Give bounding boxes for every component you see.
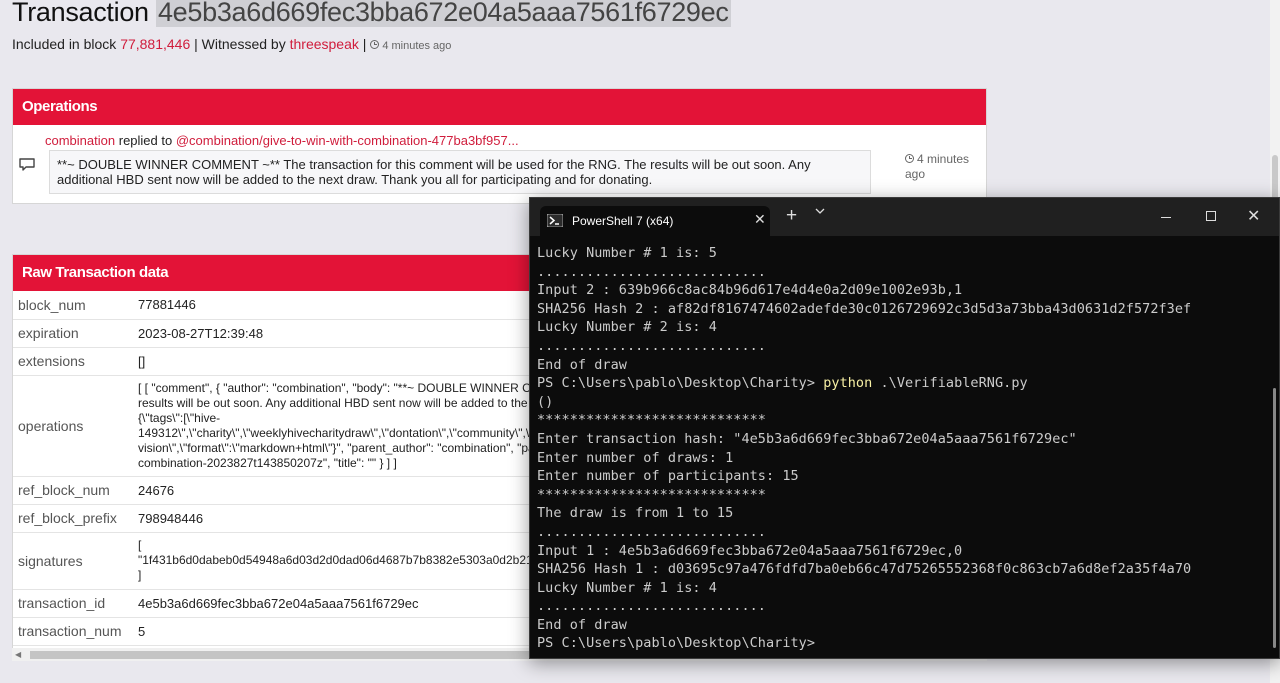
field-key: expiration bbox=[13, 319, 133, 348]
terminal-line: End of draw bbox=[537, 616, 627, 633]
terminal-line: Lucky Number # 2 is: 4 bbox=[537, 319, 717, 336]
terminal-line: () bbox=[537, 393, 554, 410]
terminal-tab[interactable]: PowerShell 7 (x64) ✕ bbox=[540, 206, 770, 236]
chevron-down-icon[interactable] bbox=[815, 207, 825, 215]
minimize-icon[interactable] bbox=[1161, 217, 1171, 218]
maximize-icon[interactable] bbox=[1206, 211, 1216, 221]
comment-icon bbox=[19, 158, 35, 171]
terminal-line: Lucky Number # 1 is: 4 bbox=[537, 579, 717, 596]
close-icon[interactable]: ✕ bbox=[1247, 206, 1260, 226]
plus-icon[interactable]: + bbox=[786, 205, 797, 227]
terminal-tab-title: PowerShell 7 (x64) bbox=[572, 214, 674, 228]
terminal-line: ............................ bbox=[537, 598, 766, 615]
field-key: ref_block_prefix bbox=[13, 504, 133, 533]
terminal-line: Input 2 : 639b966c8ac84b96d617e4d4e0a2d0… bbox=[537, 282, 963, 299]
operation-time: 4 minutes ago bbox=[905, 152, 970, 181]
witnessed-label: | Witnessed by bbox=[194, 36, 286, 52]
transaction-hash[interactable]: 4e5b3a6d669fec3bba672e04a5aaa7561f6729ec bbox=[155, 0, 731, 27]
close-icon[interactable]: ✕ bbox=[754, 211, 766, 228]
parent-post-link[interactable]: @combination/give-to-win-with-combinatio… bbox=[176, 133, 519, 148]
scroll-left-icon[interactable]: ◀ bbox=[15, 650, 21, 659]
operations-panel: Operations combination replied to @combi… bbox=[12, 88, 987, 204]
powershell-window: PowerShell 7 (x64) ✕ + ✕ Lucky Number # … bbox=[529, 197, 1280, 659]
comment-body: **~ DOUBLE WINNER COMMENT ~** The transa… bbox=[49, 150, 871, 194]
terminal-line: **************************** bbox=[537, 412, 766, 429]
terminal-titlebar[interactable]: PowerShell 7 (x64) ✕ + ✕ bbox=[530, 198, 1279, 236]
terminal-line: ............................ bbox=[537, 337, 766, 354]
meta-separator: | bbox=[362, 36, 367, 52]
field-key: operations bbox=[13, 375, 133, 477]
terminal-scrollbar[interactable] bbox=[1273, 388, 1276, 648]
terminal-line: SHA256 Hash 1 : d03695c97a476fdfd7ba0eb6… bbox=[537, 561, 1192, 578]
terminal-line: SHA256 Hash 2 : af82df8167474602adefde30… bbox=[537, 300, 1192, 317]
field-key: transaction_num bbox=[13, 617, 133, 646]
terminal-line: Lucky Number # 1 is: 5 bbox=[537, 245, 717, 261]
page-title: Transaction 4e5b3a6d669fec3bba672e04a5aa… bbox=[12, 0, 731, 28]
field-key: block_num bbox=[13, 291, 133, 320]
field-key: ref_block_num bbox=[13, 476, 133, 505]
terminal-line: ............................ bbox=[537, 523, 766, 540]
operation-summary: combination replied to @combination/give… bbox=[45, 133, 519, 148]
terminal-line: The draw is from 1 to 15 bbox=[537, 505, 734, 522]
meta-ago: 4 minutes ago bbox=[382, 40, 452, 52]
terminal-output[interactable]: Lucky Number # 1 is: 5..................… bbox=[537, 244, 1257, 653]
terminal-line: Input 1 : 4e5b3a6d669fec3bba672e04a5aaa7… bbox=[537, 542, 963, 559]
terminal-line: Enter transaction hash: "4e5b3a6d669fec3… bbox=[537, 430, 1077, 447]
author-link[interactable]: combination bbox=[45, 133, 115, 148]
terminal-line: PS C:\Users\pablo\Desktop\Charity> bbox=[537, 635, 816, 652]
witness-link[interactable]: threespeak bbox=[290, 36, 359, 52]
field-key: extensions bbox=[13, 347, 133, 376]
block-link[interactable]: 77,881,446 bbox=[120, 36, 190, 52]
transaction-meta: Included in block 77,881,446 | Witnessed… bbox=[12, 36, 451, 52]
powershell-icon bbox=[547, 214, 563, 227]
operations-header: Operations bbox=[13, 89, 986, 125]
clock-icon bbox=[905, 154, 914, 164]
terminal-line: Enter number of participants: 15 bbox=[537, 468, 799, 485]
field-key: signatures bbox=[13, 532, 133, 590]
title-prefix: Transaction bbox=[12, 0, 149, 27]
replied-label: replied to bbox=[118, 133, 173, 148]
terminal-line: End of draw bbox=[537, 356, 627, 373]
terminal-line: Enter number of draws: 1 bbox=[537, 449, 734, 466]
included-label: Included in block bbox=[12, 36, 117, 52]
clock-icon bbox=[370, 39, 380, 49]
terminal-line: PS C:\Users\pablo\Desktop\Charity> pytho… bbox=[537, 375, 1028, 392]
terminal-line: **************************** bbox=[537, 486, 766, 503]
terminal-line: ............................ bbox=[537, 263, 766, 280]
field-key: transaction_id bbox=[13, 589, 133, 618]
